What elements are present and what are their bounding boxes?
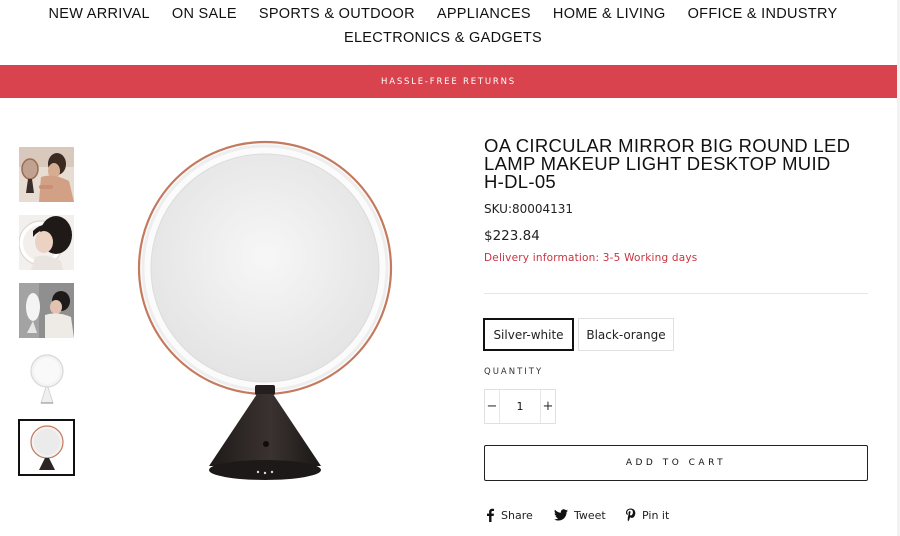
announcement-bar: HASSLE-FREE RETURNS: [0, 65, 897, 98]
divider: [484, 293, 868, 294]
thumbnail-image-black-mirror: [20, 421, 73, 474]
thumbnail-4[interactable]: [19, 351, 74, 406]
thumbnail-2[interactable]: [19, 215, 74, 270]
add-to-cart-button[interactable]: ADD TO CART: [484, 445, 868, 481]
product-price: $223.84: [484, 228, 540, 244]
quantity-stepper: − +: [484, 389, 556, 424]
quantity-label: QUANTITY: [484, 367, 544, 377]
variant-label: Silver-white: [493, 327, 564, 342]
nav-item-sports-outdoor[interactable]: SPORTS & OUTDOOR: [259, 6, 415, 22]
variant-label: Black-orange: [586, 327, 666, 342]
thumbnail-3[interactable]: [19, 283, 74, 338]
delivery-info: Delivery information: 3-5 Working days: [484, 252, 698, 264]
quantity-increase-button[interactable]: +: [541, 390, 555, 423]
nav-item-office-industry[interactable]: OFFICE & INDUSTRY: [688, 6, 838, 22]
thumbnail-image-woman-ring-light: [19, 215, 74, 270]
nav-item-appliances[interactable]: APPLIANCES: [437, 6, 531, 22]
quantity-input[interactable]: [499, 390, 541, 423]
thumbnail-image-white-mirror: [19, 351, 74, 406]
facebook-icon: [487, 508, 494, 522]
share-label: Share: [501, 508, 533, 522]
nav-row-1: NEW ARRIVAL ON SALE SPORTS & OUTDOOR APP…: [0, 6, 886, 22]
nav-item-home-living[interactable]: HOME & LIVING: [553, 6, 666, 22]
nav-item-on-sale[interactable]: ON SALE: [172, 6, 237, 22]
variant-silver-white-selected[interactable]: Silver-white: [483, 318, 574, 351]
thumbnail-1[interactable]: [19, 147, 74, 202]
add-to-cart-label: ADD TO CART: [625, 458, 727, 468]
twitter-icon: [554, 509, 568, 521]
thumbnail-5-selected[interactable]: [18, 419, 75, 476]
thumbnail-image-woman-with-mirror: [19, 147, 74, 202]
share-label: Tweet: [574, 508, 606, 522]
main-product-image[interactable]: [125, 128, 405, 488]
announcement-text: HASSLE-FREE RETURNS: [381, 76, 516, 87]
thumbnail-image-woman-side-view: [19, 283, 74, 338]
quantity-decrease-button[interactable]: −: [485, 390, 499, 423]
nav-row-2: ELECTRONICS & GADGETS: [0, 30, 886, 46]
share-pinterest-link[interactable]: Pin it: [625, 507, 669, 523]
nav-item-new-arrival[interactable]: NEW ARRIVAL: [49, 6, 150, 22]
main-nav: NEW ARRIVAL ON SALE SPORTS & OUTDOOR APP…: [0, 0, 897, 64]
share-facebook-link[interactable]: Share: [485, 507, 533, 523]
mirror-illustration: [137, 140, 393, 480]
pinterest-icon: [626, 508, 636, 522]
share-twitter-link[interactable]: Tweet: [554, 507, 606, 523]
variant-black-orange[interactable]: Black-orange: [578, 318, 674, 351]
product-title: OA CIRCULAR MIRROR BIG ROUND LED LAMP MA…: [484, 135, 851, 192]
product-sku: SKU:80004131: [484, 202, 574, 216]
nav-item-electronics-gadgets[interactable]: ELECTRONICS & GADGETS: [344, 30, 542, 46]
share-label: Pin it: [642, 508, 670, 522]
